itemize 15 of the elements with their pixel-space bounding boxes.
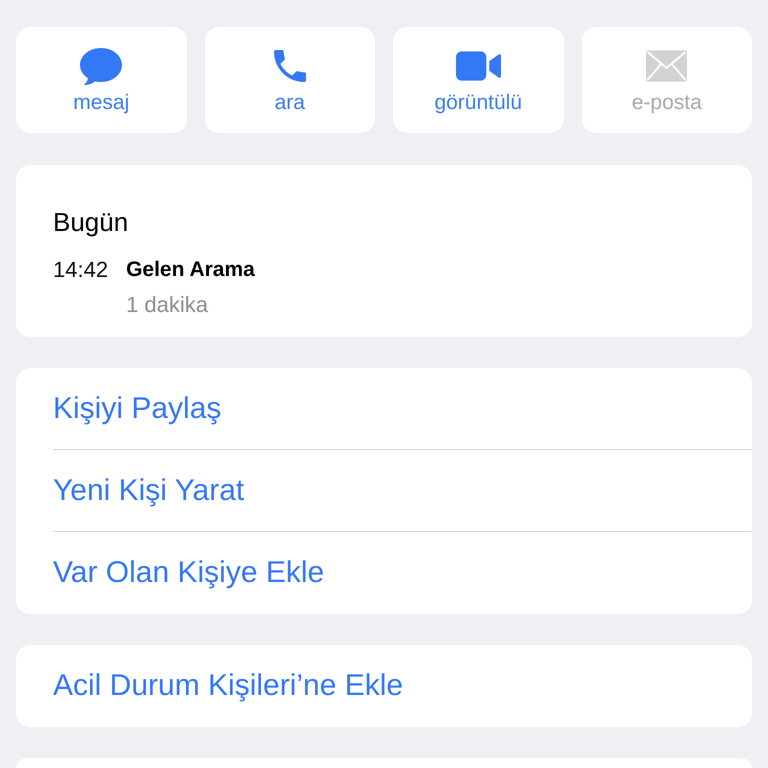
phone-icon bbox=[274, 50, 306, 82]
message-button[interactable]: mesaj bbox=[16, 27, 186, 133]
date-heading: Bugün bbox=[53, 207, 128, 237]
speech-bubble-icon bbox=[80, 48, 122, 84]
call-time: 14:42 bbox=[53, 257, 108, 282]
envelope-icon bbox=[646, 50, 688, 82]
option-item[interactable]: Yeni Kişi Yarat bbox=[53, 450, 752, 532]
call-type: Gelen Arama bbox=[126, 257, 255, 282]
option-item[interactable]: Kişiyi Paylaş bbox=[53, 368, 752, 450]
video-camera-icon bbox=[456, 51, 501, 81]
call-duration: 1 dakika bbox=[126, 292, 208, 317]
video-call-button[interactable]: görüntülü bbox=[393, 27, 564, 133]
option-item[interactable]: Acil Durum Kişileri’ne Ekle bbox=[53, 645, 752, 727]
option-item[interactable]: Var Olan Kişiye Ekle bbox=[53, 532, 752, 614]
call-button[interactable]: ara bbox=[204, 27, 375, 133]
